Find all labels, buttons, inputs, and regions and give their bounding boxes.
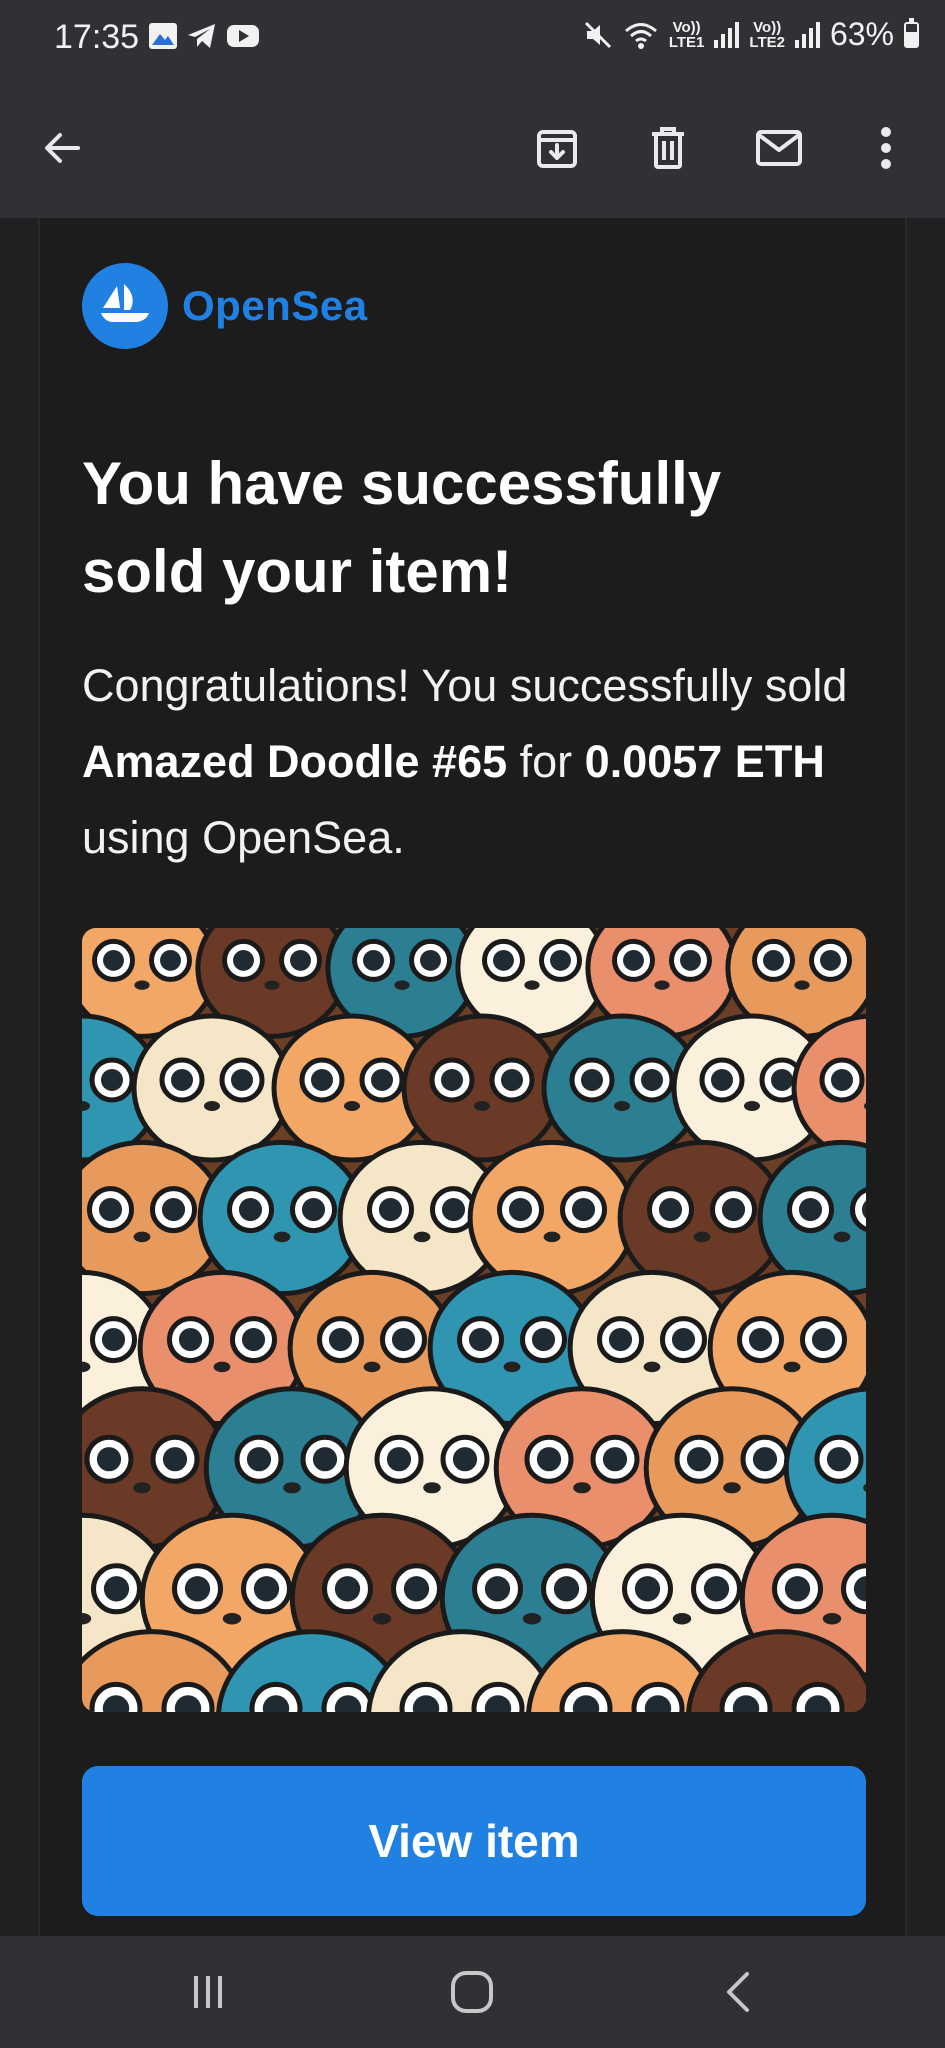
status-app-icons <box>148 22 260 50</box>
signal-sim1-icon <box>714 21 740 48</box>
signal-sim2-icon <box>794 21 820 48</box>
wifi-icon <box>624 22 657 49</box>
battery-icon <box>904 17 919 48</box>
back-icon[interactable] <box>708 1966 768 2018</box>
battery-percentage: 63% <box>829 16 894 52</box>
view-item-button[interactable]: View item <box>82 1766 866 1916</box>
email-body-text: Congratulations! You successfully sold A… <box>82 648 872 876</box>
delete-icon[interactable] <box>640 120 696 176</box>
mark-unread-icon[interactable] <box>751 120 807 176</box>
sale-price: 0.0057 ETH <box>584 736 825 787</box>
suffix-text: using OpenSea. <box>82 812 405 863</box>
nft-item-image[interactable] <box>82 928 866 1712</box>
item-name: Amazed Doodle #65 <box>82 736 508 787</box>
recent-apps-icon[interactable] <box>178 1966 238 2018</box>
for-text: for <box>507 736 585 787</box>
status-system-icons: Vo)) LTE1 Vo)) LTE2 63% <box>583 16 919 53</box>
email-headline: You have successfully sold your item! <box>82 450 722 605</box>
home-icon[interactable] <box>442 1966 502 2018</box>
mute-icon <box>584 21 611 48</box>
brand-name: OpenSea <box>182 282 368 329</box>
status-time: 17:35 <box>54 18 140 56</box>
email-content: OpenSea You have successfully sold your … <box>38 218 907 1936</box>
email-toolbar <box>0 78 945 218</box>
status-bar: 17:35 Vo)) LTE1 Vo)) LTE2 63% <box>0 0 945 78</box>
telegram-icon <box>188 24 215 48</box>
gallery-icon <box>149 23 177 49</box>
youtube-icon <box>227 25 259 47</box>
battery-level-fill <box>906 31 917 46</box>
sim2-label: Vo)) LTE2 <box>749 18 785 51</box>
congrats-text: Congratulations! You successfully sold <box>82 660 848 711</box>
back-arrow-icon[interactable] <box>34 120 90 176</box>
sim1-label: Vo)) LTE1 <box>668 18 705 51</box>
navigation-bar <box>0 1936 945 2048</box>
more-options-icon[interactable] <box>858 120 914 176</box>
opensea-logo[interactable]: OpenSea <box>82 263 368 349</box>
opensea-ship-icon <box>82 263 168 349</box>
archive-icon[interactable] <box>529 120 585 176</box>
